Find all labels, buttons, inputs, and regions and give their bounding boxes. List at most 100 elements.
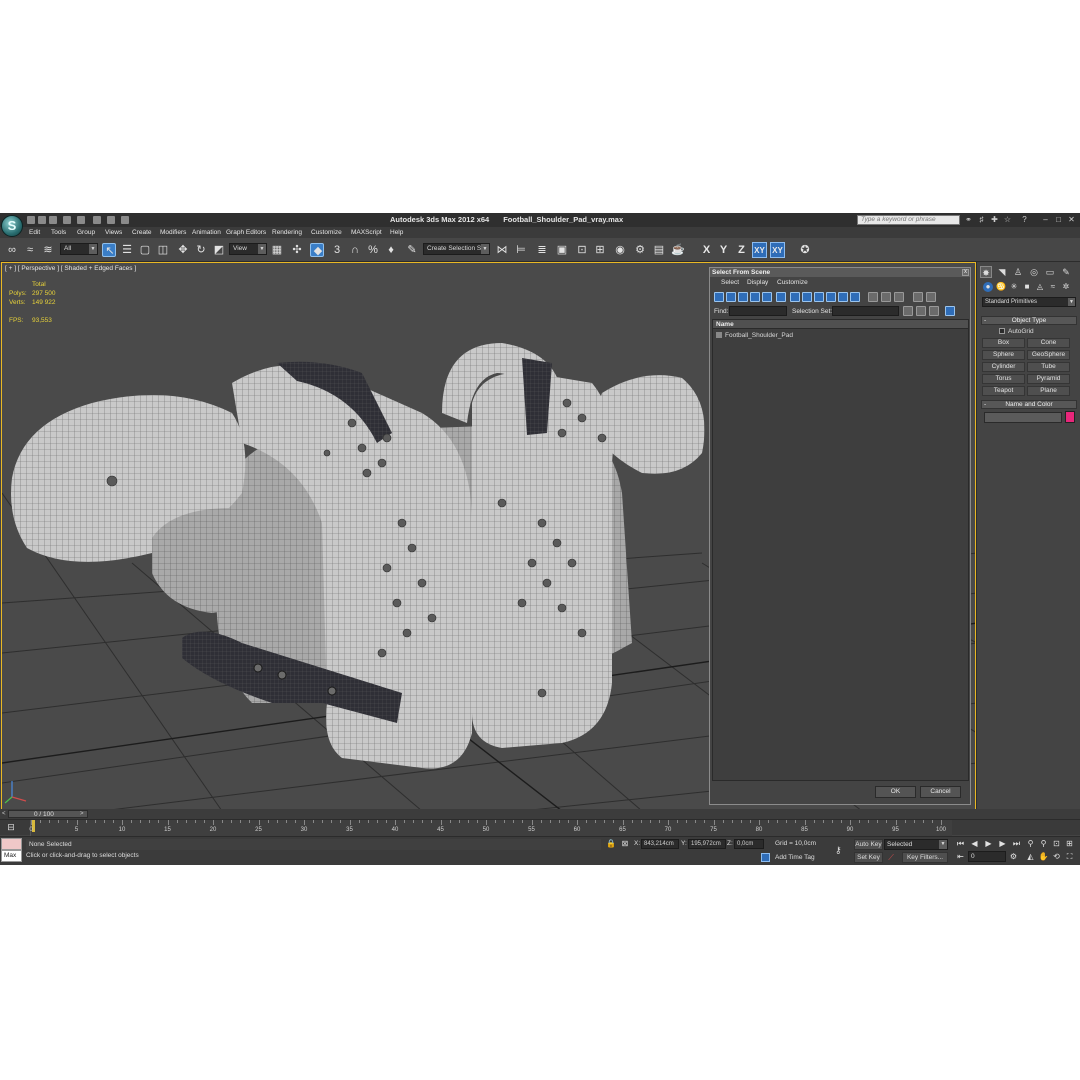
pivot-center-icon[interactable]: ▦ [270,243,284,257]
sphere-button[interactable]: Sphere [982,350,1025,360]
time-prev-arrow[interactable]: < [2,811,6,817]
ok-button[interactable]: OK [875,786,916,798]
menu-customize[interactable]: Customize [311,229,342,236]
align-icon[interactable]: ⊨ [514,243,528,257]
reference-coordinate-dropdown[interactable]: View ▼ [229,243,267,255]
cone-button[interactable]: Cone [1027,338,1070,348]
geometry-icon[interactable]: ● [983,282,993,292]
display-lights-icon[interactable] [738,292,748,302]
display-bones-icon[interactable] [814,292,824,302]
close-icon[interactable]: ✕ [1067,215,1076,224]
modify-tab-icon[interactable]: ◥ [996,266,1008,278]
display-tab-icon[interactable]: ▭ [1044,266,1056,278]
z-coord-field[interactable]: 0,0cm [734,839,764,849]
viewport-label[interactable]: [ + ] [ Perspective ] [ Shaded + Edged F… [5,265,136,272]
display-containers-icon[interactable] [826,292,836,302]
select-by-name-icon[interactable]: ☰ [120,243,134,257]
mini-curve-editor-icon[interactable]: ⊟ [4,822,18,834]
communication-icon[interactable]: ✚ [990,215,999,224]
display-all-icon[interactable] [868,292,878,302]
project-folder-icon[interactable] [93,216,101,224]
plane-button[interactable]: Plane [1027,386,1070,396]
fetch-icon[interactable] [121,216,129,224]
curve-editor-icon[interactable]: ⊡ [575,243,589,257]
filter-icon[interactable] [913,292,923,302]
dialog-menu-select[interactable]: Select [721,279,739,286]
object-color-swatch[interactable] [1065,411,1075,423]
pan-icon[interactable]: ✋ [1038,851,1049,862]
snaps-toggle-icon[interactable]: 3 [330,243,344,257]
lock-selection-icon[interactable]: 🔒 [606,839,616,849]
orbit-icon[interactable]: ⟲ [1051,851,1062,862]
tube-button[interactable]: Tube [1027,362,1070,372]
spinner-snap-icon[interactable]: ♦ [384,243,398,257]
angle-snap-icon[interactable]: ∩ [348,243,362,257]
rendered-frame-window-icon[interactable]: ▤ [652,243,666,257]
menu-edit[interactable]: Edit [29,229,40,236]
key-mode-dropdown[interactable]: Selected ▼ [884,839,948,850]
zoom-extents-all-icon[interactable]: ⊞ [1064,838,1075,849]
dialog-title[interactable]: Select From Scene [710,268,970,277]
display-frozen-icon[interactable] [838,292,848,302]
find-input[interactable] [729,306,787,316]
field-of-view-icon[interactable]: ◭ [1025,851,1036,862]
maxscript-listener-output[interactable] [1,838,22,850]
autogrid-checkbox[interactable]: AutoGrid [999,328,1034,335]
app-logo-icon[interactable]: S [1,215,23,237]
object-type-rollout[interactable]: - Object Type [981,316,1077,325]
maxscript-listener-input[interactable]: Max [1,850,22,862]
display-hidden-icon[interactable] [850,292,860,302]
rotate-icon[interactable]: ↻ [194,243,208,257]
display-shapes-icon[interactable] [726,292,736,302]
add-time-tag-button[interactable]: Add Time Tag [775,854,815,861]
bind-space-warp-icon[interactable]: ≋ [41,243,55,257]
key-tangent-icon[interactable]: ⟋ [886,853,896,863]
rectangular-selection-icon[interactable]: ▢ [138,243,152,257]
play-icon[interactable]: ▶ [983,838,994,849]
set-key-button[interactable]: Set Key [854,852,883,863]
shapes-icon[interactable]: ♋ [996,282,1006,292]
box-button[interactable]: Box [982,338,1025,348]
zoom-extents-icon[interactable]: ⊡ [1051,838,1062,849]
minimize-icon[interactable]: – [1041,215,1050,224]
menu-create[interactable]: Create [132,229,152,236]
go-to-start-icon[interactable]: ⏮ [955,838,966,849]
dialog-close-button[interactable]: x [962,269,969,276]
axis-xy-plane-button[interactable]: XY [770,242,785,258]
mirror-icon[interactable]: ⋈ [495,243,509,257]
select-invert-icon[interactable] [929,306,939,316]
cancel-button[interactable]: Cancel [920,786,961,798]
x-coord-field[interactable]: 843,214cm [641,839,679,849]
axis-z-button[interactable]: Z [734,242,749,258]
window-crossing-icon[interactable]: ◫ [156,243,170,257]
utilities-tab-icon[interactable]: ✎ [1060,266,1072,278]
current-frame-field[interactable]: 0 [968,851,1006,862]
helpers-icon[interactable]: ◬ [1035,282,1045,292]
time-next-arrow[interactable]: > [80,811,84,817]
menu-maxscript[interactable]: MAXScript [351,229,382,236]
search-input[interactable]: Type a keyword or phrase [857,215,960,225]
y-coord-field[interactable]: 195,972cm [688,839,726,849]
geosphere-button[interactable]: GeoSphere [1027,350,1070,360]
list-item[interactable]: Football_Shoulder_Pad [716,332,793,339]
graphite-tools-icon[interactable]: ▣ [555,243,569,257]
sync-selection-icon[interactable] [945,306,955,316]
hold-icon[interactable] [107,216,115,224]
menu-animation[interactable]: Animation [192,229,221,236]
key-mode-toggle-icon[interactable]: ⇤ [955,851,966,862]
key-filters-button[interactable]: Key Filters... [902,852,948,863]
menu-rendering[interactable]: Rendering [272,229,302,236]
go-to-end-icon[interactable]: ⏭ [1011,838,1022,849]
display-groups-icon[interactable] [790,292,800,302]
layer-manager-icon[interactable]: ≣ [535,243,549,257]
display-helpers-icon[interactable] [762,292,772,302]
select-all-icon[interactable] [903,306,913,316]
undo-icon[interactable] [63,216,71,224]
motion-tab-icon[interactable]: ◎ [1028,266,1040,278]
edit-named-selection-icon[interactable]: ✎ [405,243,419,257]
axis-xy-button[interactable]: XY [752,242,767,258]
name-and-color-rollout[interactable]: - Name and Color [981,400,1077,409]
material-editor-icon[interactable]: ◉ [613,243,627,257]
hierarchy-tab-icon[interactable]: ♙ [1012,266,1024,278]
favorites-icon[interactable]: ☆ [1003,215,1012,224]
